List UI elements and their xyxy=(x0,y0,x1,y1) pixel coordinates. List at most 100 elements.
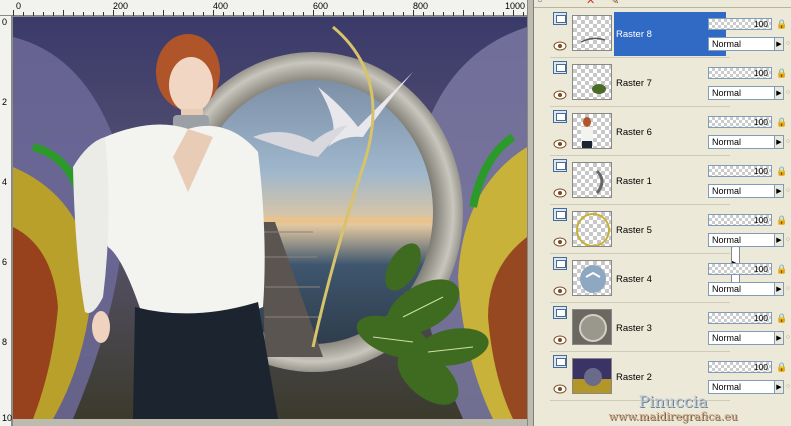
ruler-tick xyxy=(153,12,154,16)
opacity-value: 100 xyxy=(753,215,768,225)
blend-mode-value: Normal xyxy=(712,284,742,294)
ruler-tick xyxy=(513,10,514,16)
ruler-tick xyxy=(433,12,434,16)
dropdown-arrow-icon[interactable]: ▶ xyxy=(774,37,784,51)
lock-icon[interactable]: 🔒 xyxy=(776,18,788,30)
link-icon[interactable]: ○ xyxy=(786,285,791,293)
opacity-value: 100 xyxy=(753,264,768,274)
eye-icon[interactable] xyxy=(553,283,567,296)
opacity-value: 100 xyxy=(753,68,768,78)
blend-mode-value: Normal xyxy=(712,88,742,98)
link-icon[interactable]: ○ xyxy=(786,187,791,195)
layer-row[interactable]: Raster 8 xyxy=(550,10,730,58)
eye-icon[interactable] xyxy=(553,332,567,345)
raster-layer-icon xyxy=(553,257,567,270)
link-icon[interactable]: ○ xyxy=(786,236,791,244)
ruler-label: 600 xyxy=(313,1,329,11)
dropdown-arrow-icon[interactable]: ▶ xyxy=(774,331,784,345)
link-icon[interactable]: ○ xyxy=(786,334,791,342)
layer-row[interactable]: Raster 4 xyxy=(550,255,730,303)
ruler-tick xyxy=(73,12,74,16)
eye-icon[interactable] xyxy=(553,136,567,149)
ruler-tick xyxy=(43,12,44,16)
new-layer-icon[interactable]: ▫ xyxy=(538,0,542,7)
dropdown-arrow-icon[interactable]: ▶ xyxy=(774,380,784,394)
ruler-tick xyxy=(483,12,484,16)
link-icon[interactable]: ○ xyxy=(786,40,791,48)
blend-mode-select[interactable]: Normal xyxy=(708,331,776,345)
dropdown-arrow-icon[interactable]: ▶ xyxy=(774,282,784,296)
layer-row[interactable]: Raster 3 xyxy=(550,304,730,352)
opacity-slider[interactable]: 100 xyxy=(708,312,772,324)
canvas-scrollbar-horizontal[interactable] xyxy=(13,419,527,426)
ruler-tick xyxy=(393,12,394,16)
layer-list: Raster 8 Raster 7 Raster 6 Raster 1 Raster 5… xyxy=(550,10,730,408)
layer-thumbnail xyxy=(572,260,612,296)
canvas-artwork[interactable] xyxy=(13,17,527,419)
raster-layer-icon xyxy=(553,306,567,319)
link-icon[interactable]: ○ xyxy=(786,383,791,391)
ruler-tick xyxy=(83,12,84,16)
layer-row[interactable]: Raster 7 xyxy=(550,59,730,107)
ruler-tick xyxy=(413,10,414,16)
raster-layer-icon xyxy=(553,110,567,123)
ruler-tick xyxy=(363,10,364,16)
eye-icon[interactable] xyxy=(553,38,567,51)
ruler-tick xyxy=(143,12,144,16)
opacity-value: 100 xyxy=(753,313,768,323)
eye-icon[interactable] xyxy=(553,381,567,394)
ruler-tick xyxy=(343,12,344,16)
layer-thumbnail xyxy=(572,309,612,345)
blend-mode-select[interactable]: Normal xyxy=(708,184,776,198)
dropdown-arrow-icon[interactable]: ▶ xyxy=(774,135,784,149)
link-icon[interactable]: ○ xyxy=(786,89,791,97)
blend-mode-select[interactable]: Normal xyxy=(708,282,776,296)
ruler-tick xyxy=(233,12,234,16)
lock-icon[interactable]: 🔒 xyxy=(776,67,788,79)
blend-mode-select[interactable]: Normal xyxy=(708,86,776,100)
blend-mode-select[interactable]: Normal xyxy=(708,37,776,51)
layer-row[interactable]: Raster 5 xyxy=(550,206,730,254)
ruler-tick xyxy=(163,10,164,16)
opacity-slider[interactable]: 100 xyxy=(708,263,772,275)
blend-mode-select[interactable]: Normal xyxy=(708,135,776,149)
ruler-tick xyxy=(213,10,214,16)
ruler-tick xyxy=(303,12,304,16)
opacity-slider[interactable]: 100 xyxy=(708,165,772,177)
lock-icon[interactable]: 🔒 xyxy=(776,263,788,275)
ruler-tick xyxy=(203,12,204,16)
opacity-slider[interactable]: 100 xyxy=(708,67,772,79)
eye-icon[interactable] xyxy=(553,87,567,100)
ruler-tick xyxy=(113,10,114,16)
lock-icon[interactable]: 🔒 xyxy=(776,312,788,324)
layer-props-row: 100 🔒 Normal ▶ ○ xyxy=(706,206,791,254)
blend-mode-select[interactable]: Normal xyxy=(708,233,776,247)
ruler-tick xyxy=(373,12,374,16)
ruler-label: 0 xyxy=(2,17,8,27)
layer-name: Raster 8 xyxy=(616,28,652,40)
dropdown-arrow-icon[interactable]: ▶ xyxy=(774,184,784,198)
eye-icon[interactable] xyxy=(553,185,567,198)
eye-icon[interactable] xyxy=(553,234,567,247)
psp-workspace: 0 200 400 600 800 1000 0 2 4 6 8 10 ▫ ✕ … xyxy=(0,0,791,426)
dropdown-arrow-icon[interactable]: ▶ xyxy=(774,233,784,247)
raster-layer-icon xyxy=(553,12,567,25)
opacity-slider[interactable]: 100 xyxy=(708,116,772,128)
opacity-slider[interactable]: 100 xyxy=(708,18,772,30)
lock-icon[interactable]: 🔒 xyxy=(776,165,788,177)
lock-icon[interactable]: 🔒 xyxy=(776,116,788,128)
lock-icon[interactable]: 🔒 xyxy=(776,214,788,226)
ruler-tick xyxy=(103,12,104,16)
edit-layer-icon[interactable]: ✎ xyxy=(610,0,619,7)
ruler-tick xyxy=(293,12,294,16)
dropdown-arrow-icon[interactable]: ▶ xyxy=(774,86,784,100)
layer-properties-column: 100 🔒 Normal ▶ ○ 100 🔒 Normal ▶ ○ 100 🔒 Normal ▶ ○ 100 🔒… xyxy=(706,10,791,408)
layer-row[interactable]: Raster 6 xyxy=(550,108,730,156)
opacity-slider[interactable]: 100 xyxy=(708,214,772,226)
delete-layer-icon[interactable]: ✕ xyxy=(586,0,595,7)
layer-name: Raster 7 xyxy=(616,77,652,89)
opacity-slider[interactable]: 100 xyxy=(708,361,772,373)
lock-icon[interactable]: 🔒 xyxy=(776,361,788,373)
layer-row[interactable]: Raster 1 xyxy=(550,157,730,205)
link-icon[interactable]: ○ xyxy=(786,138,791,146)
